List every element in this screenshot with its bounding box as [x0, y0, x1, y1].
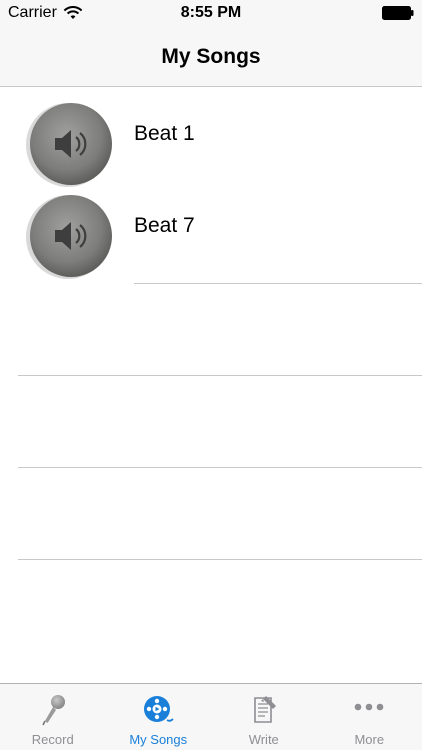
tab-more[interactable]: More [317, 684, 422, 750]
songs-table: Beat 1 Beat 7 [0, 88, 422, 279]
navigation-bar: My Songs [0, 28, 422, 87]
song-title: Beat 7 [134, 214, 195, 237]
notepad-pen-icon [253, 696, 276, 723]
speaker-icon[interactable] [22, 190, 112, 280]
microphone-icon [42, 695, 65, 726]
status-bar: Carrier 8:55 PM [0, 0, 422, 28]
tab-label: More [354, 732, 385, 747]
row-separator [18, 559, 422, 560]
tab-write[interactable]: Write [211, 684, 317, 750]
more-dots-icon [354, 703, 384, 711]
music-disc-icon [144, 696, 174, 722]
battery-icon [382, 6, 414, 20]
row-separator [134, 283, 422, 284]
page-title: My Songs [161, 45, 261, 68]
tab-bar: Record My Songs Write More [0, 683, 422, 750]
tab-my-songs[interactable]: My Songs [106, 684, 212, 750]
screen: Carrier 8:55 PM My Songs Beat 1 Beat 7 R… [0, 0, 422, 750]
tab-record[interactable]: Record [0, 684, 106, 750]
row-separator [18, 467, 422, 468]
song-title: Beat 1 [134, 122, 195, 145]
tab-label: My Songs [129, 732, 188, 747]
song-row[interactable]: Beat 1 [0, 88, 422, 187]
status-right [382, 6, 414, 25]
tab-label: Write [248, 732, 279, 747]
status-time: 8:55 PM [180, 4, 242, 21]
song-row[interactable]: Beat 7 [0, 180, 422, 279]
row-separator [18, 375, 422, 376]
tab-label: Record [31, 732, 74, 747]
speaker-icon[interactable] [22, 98, 112, 188]
